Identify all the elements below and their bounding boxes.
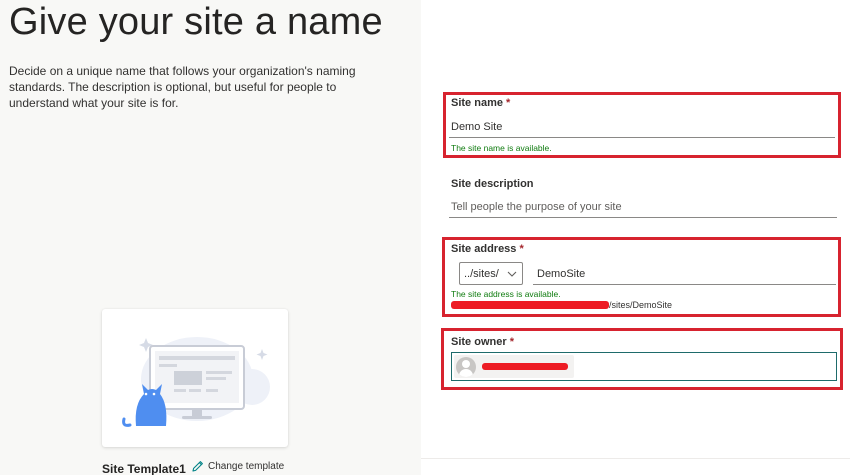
site-url-suffix: /sites/DemoSite xyxy=(609,300,673,310)
site-address-label: Site address * xyxy=(451,243,524,255)
site-owner-picker[interactable] xyxy=(451,352,837,381)
change-template-link[interactable]: Change template xyxy=(191,460,284,473)
site-address-prefix-dropdown[interactable]: ../sites/ xyxy=(459,262,523,285)
template-preview-card[interactable] xyxy=(102,309,288,447)
change-template-label: Change template xyxy=(208,461,285,472)
site-description-label: Site description xyxy=(451,178,534,190)
owner-persona-chip[interactable] xyxy=(454,355,574,378)
page-title: Give your site a name xyxy=(9,1,383,43)
site-address-prefix: ../sites/ xyxy=(464,267,499,280)
pencil-icon xyxy=(192,461,203,472)
chevron-down-icon xyxy=(507,271,517,277)
required-marker: * xyxy=(506,97,511,109)
required-marker: * xyxy=(509,336,514,348)
person-avatar-icon xyxy=(456,356,476,377)
site-owner-label: Site owner * xyxy=(451,336,514,348)
site-name-input[interactable] xyxy=(449,117,835,138)
site-url-preview: /sites/DemoSite xyxy=(451,300,672,310)
site-address-status: The site address is available. xyxy=(451,289,561,299)
site-description-input[interactable] xyxy=(449,197,837,218)
site-address-input[interactable] xyxy=(533,263,836,285)
page-description: Decide on a unique name that follows you… xyxy=(9,64,356,110)
divider xyxy=(421,458,850,459)
right-panel xyxy=(421,0,850,475)
redaction-mark xyxy=(482,363,568,370)
required-marker: * xyxy=(519,243,524,255)
monitor-cat-illustration-icon xyxy=(122,337,270,427)
site-name-label: Site name * xyxy=(451,97,511,109)
redaction-mark xyxy=(451,301,609,309)
template-name: Site Template1 xyxy=(102,462,186,475)
site-name-status: The site name is available. xyxy=(451,143,552,153)
